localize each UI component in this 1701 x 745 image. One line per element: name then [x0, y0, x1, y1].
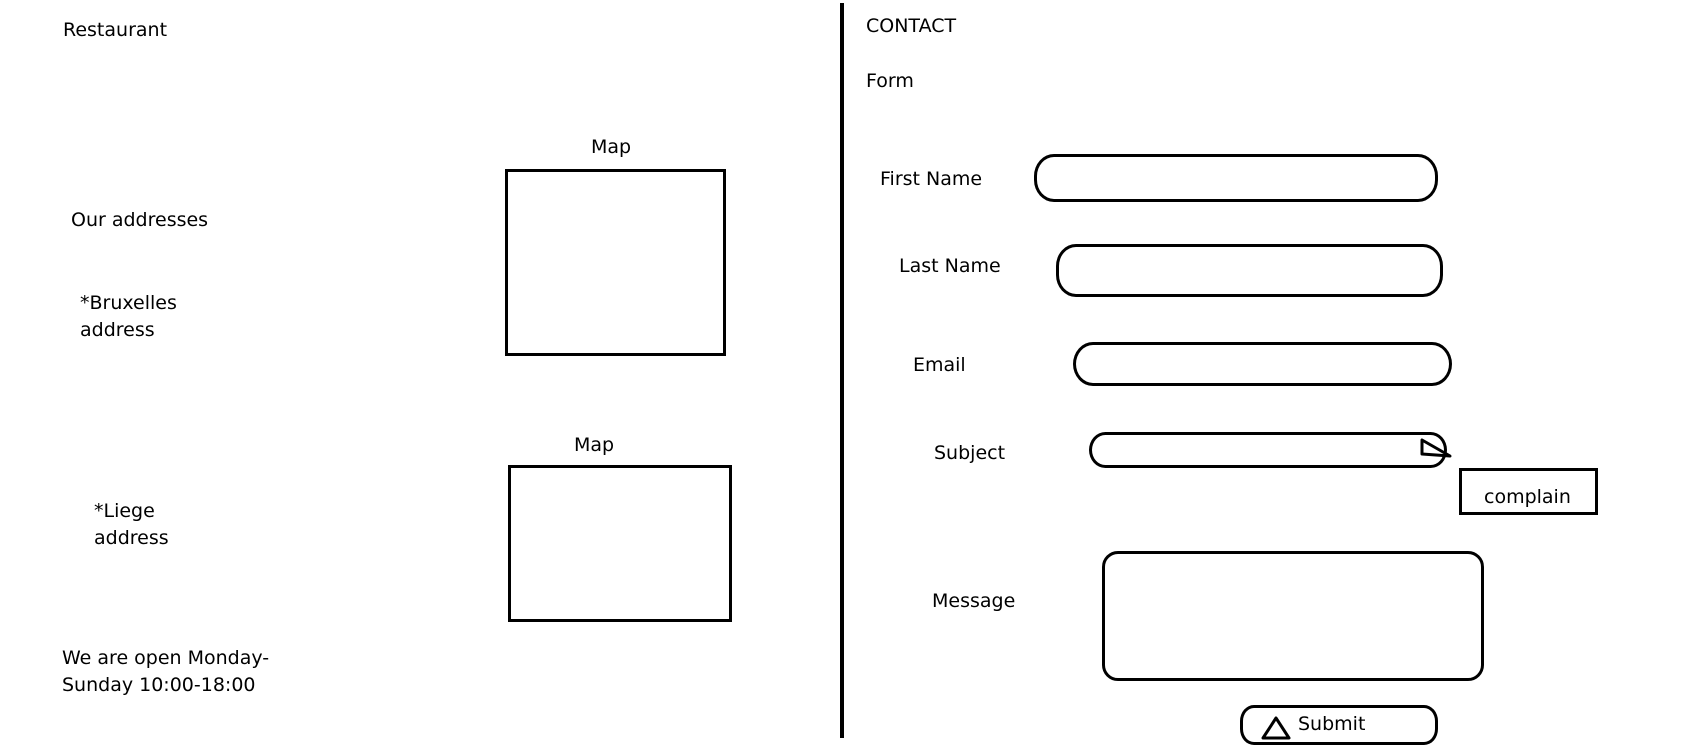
- liege-address-line-2: address: [94, 527, 169, 549]
- brand-title: Restaurant: [63, 19, 168, 41]
- last-name-input[interactable]: [1056, 244, 1443, 297]
- opening-hours-line-1: We are open Monday-: [62, 647, 270, 669]
- email-label: Email: [913, 354, 966, 376]
- subject-select[interactable]: [1089, 432, 1447, 468]
- subject-option-complain[interactable]: complain: [1459, 468, 1598, 515]
- submit-button[interactable]: Submit: [1240, 705, 1438, 745]
- opening-hours: We are open Monday- Sunday 10:00-18:00: [62, 645, 269, 699]
- contact-heading: CONTACT: [866, 15, 957, 37]
- liege-address: *Liege address: [94, 498, 169, 552]
- dropdown-arrow-icon[interactable]: [1420, 436, 1454, 460]
- email-input[interactable]: [1073, 342, 1452, 386]
- message-label: Message: [932, 590, 1016, 612]
- subject-option-label: complain: [1484, 486, 1571, 508]
- submit-label: Submit: [1298, 713, 1366, 735]
- last-name-label: Last Name: [899, 255, 1001, 277]
- first-name-input[interactable]: [1034, 154, 1438, 202]
- subject-label: Subject: [934, 442, 1006, 464]
- map-liege[interactable]: [508, 465, 732, 622]
- form-heading: Form: [866, 70, 914, 92]
- map-label-bruxelles: Map: [591, 136, 632, 158]
- addresses-heading: Our addresses: [71, 209, 209, 231]
- first-name-label: First Name: [880, 168, 983, 190]
- map-bruxelles[interactable]: [505, 169, 726, 356]
- opening-hours-line-2: Sunday 10:00-18:00: [62, 674, 256, 696]
- bruxelles-address: *Bruxelles address: [80, 290, 177, 344]
- column-divider: [840, 3, 844, 738]
- message-textarea[interactable]: [1102, 551, 1484, 681]
- bruxelles-address-line-2: address: [80, 319, 155, 341]
- map-label-liege: Map: [574, 434, 615, 456]
- liege-address-line-1: *Liege: [94, 500, 155, 522]
- bruxelles-address-line-1: *Bruxelles: [80, 292, 177, 314]
